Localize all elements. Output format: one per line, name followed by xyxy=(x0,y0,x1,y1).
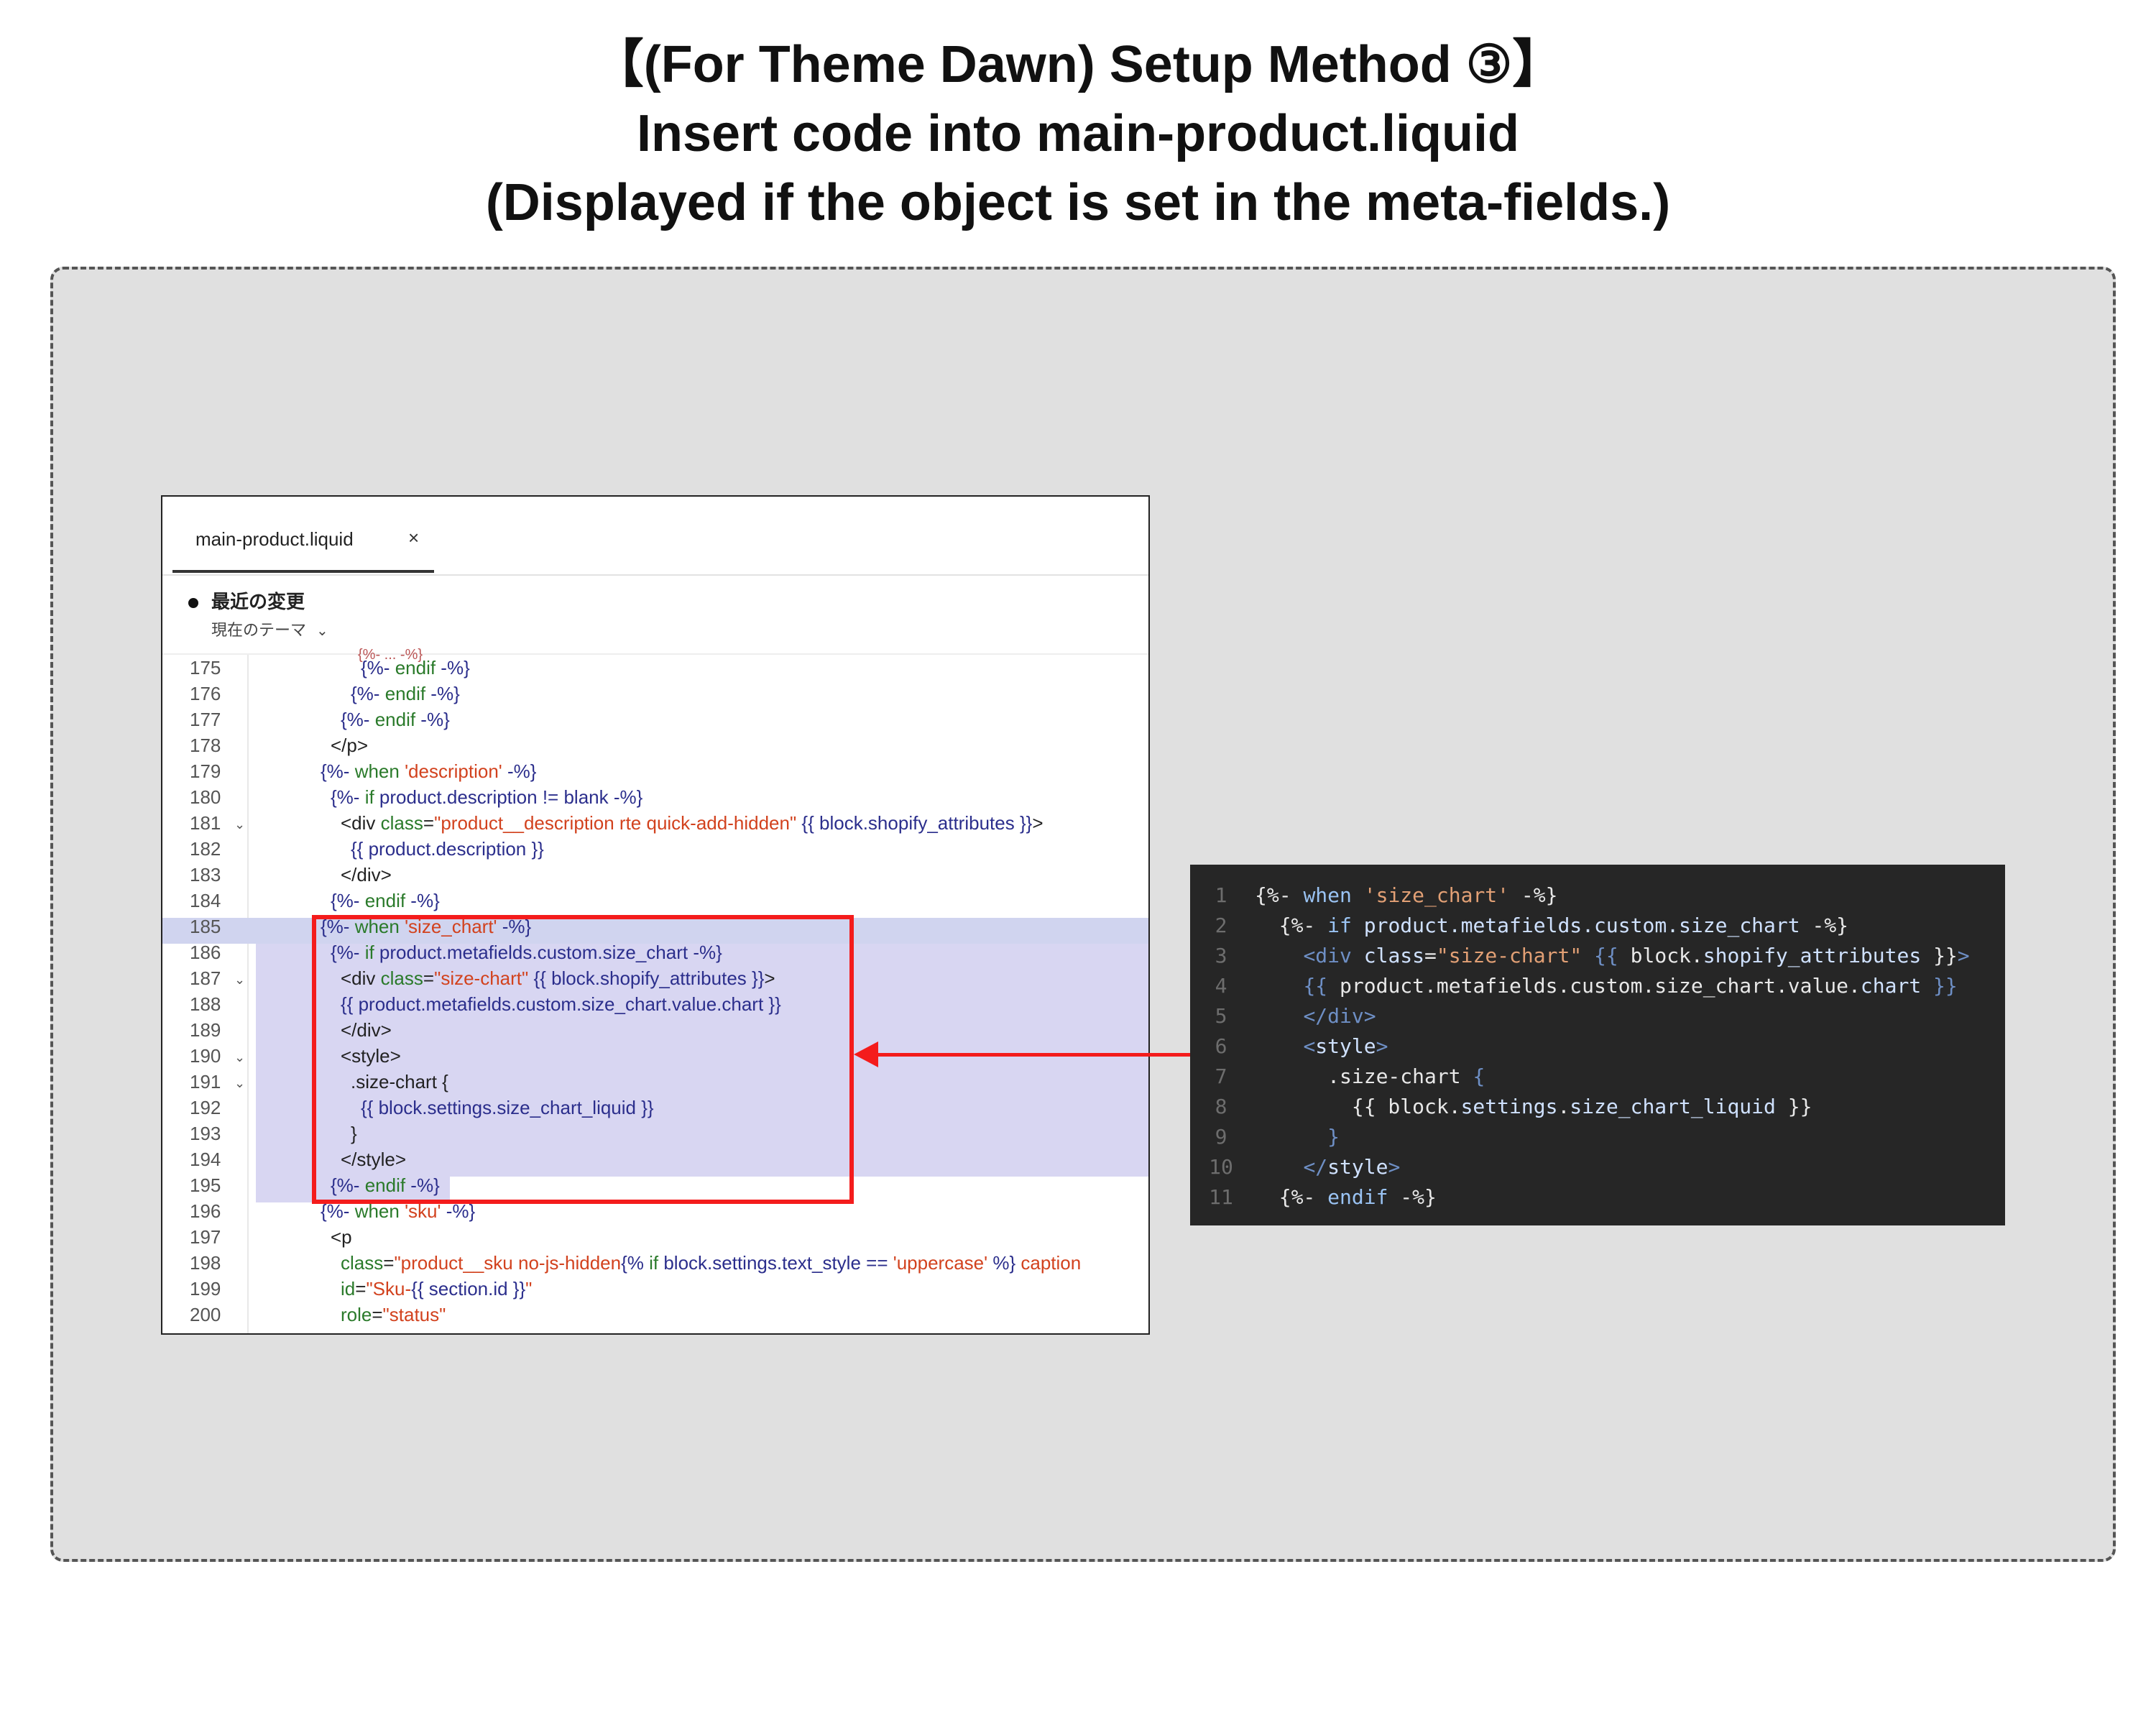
fold-icon[interactable]: ⌄ xyxy=(234,1070,245,1096)
editor-tab-bar: main-product.liquid × xyxy=(162,497,1148,576)
snippet-line: 6 <style> xyxy=(1190,1031,2005,1062)
line-number: 179 xyxy=(190,760,221,782)
snippet-line-number: 8 xyxy=(1215,1095,1227,1118)
snippet-line-number: 6 xyxy=(1215,1034,1227,1058)
line-number: 180 xyxy=(190,786,221,808)
code-line: 176 {%- endif -%} xyxy=(162,681,1148,707)
tab-label: main-product.liquid xyxy=(195,528,354,550)
theme-dropdown[interactable]: 現在のテーマ ⌄ xyxy=(211,617,328,640)
code-line: 178 </p> xyxy=(162,732,1148,758)
snippet-line: 9 } xyxy=(1190,1122,2005,1152)
fold-icon[interactable]: ⌄ xyxy=(234,811,245,837)
line-number: 176 xyxy=(190,683,221,704)
line-number: 191 xyxy=(190,1071,221,1092)
snippet-line-number: 4 xyxy=(1215,974,1227,998)
line-number: 197 xyxy=(190,1226,221,1248)
line-number: 184 xyxy=(190,890,221,911)
line-number: 194 xyxy=(190,1149,221,1170)
snippet-line-number: 10 xyxy=(1209,1155,1233,1179)
snippet-line: 3 <div class="size-chart" {{ block.shopi… xyxy=(1190,941,2005,971)
highlight-annotation-box xyxy=(312,915,854,1204)
line-number: 190 xyxy=(190,1045,221,1067)
line-number: 195 xyxy=(190,1174,221,1196)
code-line: 184 {%- endif -%} xyxy=(162,888,1148,914)
chevron-down-icon: ⌄ xyxy=(316,623,328,639)
code-line: 199 id="Sku-{{ section.id }}" xyxy=(162,1276,1148,1302)
line-number: 200 xyxy=(190,1304,221,1325)
snippet-code-panel: 1 {%- when 'size_chart' -%} 2 {%- if prod… xyxy=(1190,865,2005,1225)
recent-changes-label: 最近の変更 xyxy=(211,591,305,612)
line-number: 187 xyxy=(190,967,221,989)
title-line-1: 【(For Theme Dawn) Setup Method ③】 xyxy=(591,36,1565,93)
snippet-line: 5 </div> xyxy=(1190,1001,2005,1031)
fold-icon[interactable]: ⌄ xyxy=(234,967,245,993)
snippet-line: 2 {%- if product.metafields.custom.size_… xyxy=(1190,911,2005,941)
tab-main-product-liquid[interactable]: main-product.liquid × xyxy=(172,510,434,573)
snippet-line: 10 </style> xyxy=(1190,1152,2005,1182)
fold-icon[interactable]: ⌄ xyxy=(234,1044,245,1070)
recent-changes-header: 最近の変更 xyxy=(188,587,305,614)
line-number: 178 xyxy=(190,735,221,756)
snippet-line-number: 5 xyxy=(1215,1004,1227,1028)
line-number: 177 xyxy=(190,709,221,730)
page-title: 【(For Theme Dawn) Setup Method ③】 Insert… xyxy=(0,30,2156,237)
annotation-arrow xyxy=(872,1053,1190,1057)
snippet-line: 1 {%- when 'size_chart' -%} xyxy=(1190,880,2005,911)
snippet-line: 4 {{ product.metafields.custom.size_char… xyxy=(1190,971,2005,1001)
code-line: 183 </div> xyxy=(162,862,1148,888)
theme-dropdown-label: 現在のテーマ xyxy=(211,621,307,639)
line-number: 199 xyxy=(190,1278,221,1300)
snippet-line: 8 {{ block.settings.size_chart_liquid }} xyxy=(1190,1092,2005,1122)
close-icon[interactable]: × xyxy=(408,527,419,549)
arrow-left-icon xyxy=(854,1041,878,1067)
line-number: 185 xyxy=(190,916,221,937)
code-line: 180 {%- if product.description != blank -… xyxy=(162,784,1148,810)
dot-icon xyxy=(188,598,198,609)
code-line: 175 {%- endif -%} xyxy=(162,655,1148,681)
line-number: 182 xyxy=(190,838,221,860)
code-line: 182{{ product.description }} xyxy=(162,836,1148,862)
code-line: 179 {%- when 'description' -%} xyxy=(162,758,1148,784)
line-number: 181 xyxy=(190,812,221,834)
snippet-line-number: 1 xyxy=(1215,883,1227,907)
snippet-line: 7 .size-chart { xyxy=(1190,1062,2005,1092)
line-number: 193 xyxy=(190,1123,221,1144)
line-number: 183 xyxy=(190,864,221,886)
line-number: 192 xyxy=(190,1097,221,1118)
code-line: 181 ⌄ <div class="product__description rte… xyxy=(162,810,1148,837)
snippet-line-number: 3 xyxy=(1215,944,1227,967)
snippet-line: 11 {%- endif -%} xyxy=(1190,1182,2005,1213)
line-number: 188 xyxy=(190,993,221,1015)
line-number: 196 xyxy=(190,1200,221,1222)
line-number: 186 xyxy=(190,942,221,963)
snippet-line-number: 2 xyxy=(1215,914,1227,937)
snippet-line-number: 11 xyxy=(1209,1185,1233,1209)
line-number: 198 xyxy=(190,1252,221,1274)
code-line: 177 {%- endif -%} xyxy=(162,707,1148,732)
line-number: 175 xyxy=(190,657,221,678)
snippet-line-number: 9 xyxy=(1215,1125,1227,1149)
code-line: 200 role="status" xyxy=(162,1302,1148,1328)
title-line-3: (Displayed if the object is set in the m… xyxy=(485,174,1671,231)
code-line: 198 class="product__sku no-js-hidden{% if… xyxy=(162,1250,1148,1276)
title-line-2: Insert code into main-product.liquid xyxy=(636,105,1519,162)
code-line: 197 <p xyxy=(162,1224,1148,1250)
line-number: 189 xyxy=(190,1019,221,1041)
snippet-line-number: 7 xyxy=(1215,1064,1227,1088)
